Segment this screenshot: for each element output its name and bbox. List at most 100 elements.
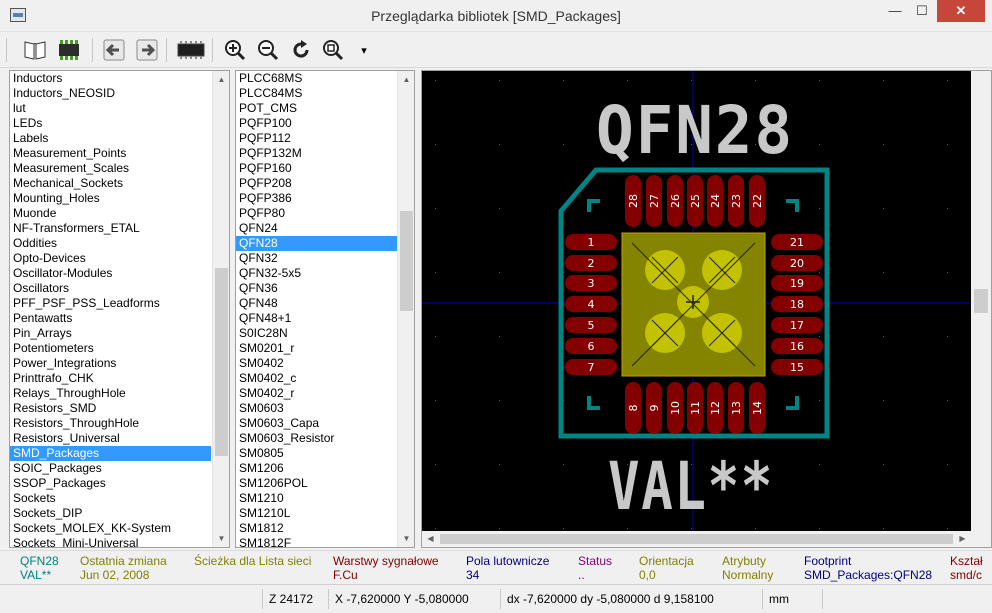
list-item[interactable]: SM0603_Capa — [236, 416, 397, 431]
list-item[interactable]: Sockets_MOLEX_KK-System — [10, 521, 211, 536]
list-item[interactable]: SSOP_Packages — [10, 476, 211, 491]
corner-mark-top-right — [786, 199, 799, 212]
list-item[interactable]: QFN32 — [236, 251, 397, 266]
list-item[interactable]: SM1206POL — [236, 476, 397, 491]
list-item[interactable]: POT_CMS — [236, 101, 397, 116]
list-item[interactable]: PQFP112 — [236, 131, 397, 146]
list-item[interactable]: Inductors — [10, 71, 211, 86]
list-item[interactable]: Resistors_SMD — [10, 401, 211, 416]
list-item[interactable]: Resistors_ThroughHole — [10, 416, 211, 431]
maximize-button[interactable]: ☐ — [908, 0, 936, 22]
scroll-down-arrow[interactable]: ▼ — [213, 530, 229, 547]
list-item[interactable]: QFN24 — [236, 221, 397, 236]
list-item[interactable]: Muonde — [10, 206, 211, 221]
list-item[interactable]: Inductors_NEOSID — [10, 86, 211, 101]
pad-number: 7 — [588, 361, 595, 374]
canvas-hscrollbar[interactable]: ◀ ▶ — [422, 531, 971, 547]
list-item[interactable]: Opto-Devices — [10, 251, 211, 266]
list-item[interactable]: SMD_Packages — [10, 446, 211, 461]
close-button[interactable]: ✕ — [937, 0, 985, 22]
footprint-list-scrollbar[interactable]: ▲ ▼ — [397, 71, 414, 547]
list-item[interactable]: Mechanical_Sockets — [10, 176, 211, 191]
scroll-up-arrow[interactable]: ▲ — [213, 71, 229, 88]
list-item[interactable]: SM1206 — [236, 461, 397, 476]
list-item[interactable]: LEDs — [10, 116, 211, 131]
footprint-canvas[interactable]: QFN28 1 2 3 4 5 6 7 15 16 17 18 19 20 21… — [422, 71, 971, 531]
zoom-out-icon[interactable] — [255, 37, 281, 63]
list-item[interactable]: PQFP80 — [236, 206, 397, 221]
list-item[interactable]: Sockets — [10, 491, 211, 506]
list-item[interactable]: PQFP160 — [236, 161, 397, 176]
list-item[interactable]: PQFP132M — [236, 146, 397, 161]
show-3d-icon[interactable] — [176, 37, 206, 63]
zoom-auto-icon[interactable] — [320, 37, 346, 63]
list-item[interactable]: Oddities — [10, 236, 211, 251]
list-item[interactable]: Oscillator-Modules — [10, 266, 211, 281]
list-item[interactable]: Oscillators — [10, 281, 211, 296]
list-item[interactable]: PQFP208 — [236, 176, 397, 191]
list-item[interactable]: Sockets_Mini-Universal — [10, 536, 211, 547]
list-item[interactable]: Measurement_Points — [10, 146, 211, 161]
list-item[interactable]: S0IC28N — [236, 326, 397, 341]
info-value: SMD_Packages:QFN28 — [804, 568, 933, 582]
list-item[interactable]: SM1210 — [236, 491, 397, 506]
component-icon[interactable] — [56, 37, 82, 63]
list-item[interactable]: NF-Transformers_ETAL — [10, 221, 211, 236]
footprint-list[interactable]: PLCC68MS PLCC84MS POT_CMS PQFP100 PQFP112 PQF… — [235, 70, 415, 548]
library-icon[interactable] — [22, 37, 48, 63]
list-item[interactable]: SM0402 — [236, 356, 397, 371]
toolbar-overflow-button[interactable]: ▾ — [356, 37, 372, 63]
list-item[interactable]: Printtrafo_CHK — [10, 371, 211, 386]
next-icon[interactable] — [134, 37, 160, 63]
library-list[interactable]: Inductors Inductors_NEOSID lut LEDs Labels Me… — [9, 70, 230, 548]
list-item[interactable]: SM0402_c — [236, 371, 397, 386]
list-item[interactable]: PFF_PSF_PSS_Leadforms — [10, 296, 211, 311]
grid-dot — [691, 80, 692, 81]
list-item[interactable]: Pentawatts — [10, 311, 211, 326]
list-item[interactable]: Sockets_DIP — [10, 506, 211, 521]
list-item[interactable]: SM1210L — [236, 506, 397, 521]
canvas-vscrollbar[interactable] — [971, 71, 991, 531]
pad: 8 — [625, 382, 641, 434]
list-item[interactable]: PQFP100 — [236, 116, 397, 131]
list-item[interactable]: Measurement_Scales — [10, 161, 211, 176]
list-item[interactable]: Labels — [10, 131, 211, 146]
list-item[interactable]: Relays_ThroughHole — [10, 386, 211, 401]
scroll-down-arrow[interactable]: ▼ — [398, 530, 414, 547]
list-item[interactable]: PQFP386 — [236, 191, 397, 206]
previous-icon[interactable] — [101, 37, 127, 63]
list-item[interactable]: Resistors_Universal — [10, 431, 211, 446]
scroll-thumb[interactable] — [974, 289, 988, 313]
list-item[interactable]: SM0805 — [236, 446, 397, 461]
list-item[interactable]: SM0603 — [236, 401, 397, 416]
library-list-scrollbar[interactable]: ▲ ▼ — [212, 71, 229, 547]
list-item[interactable]: Mounting_Holes — [10, 191, 211, 206]
list-item[interactable]: QFN32-5x5 — [236, 266, 397, 281]
list-item[interactable]: QFN36 — [236, 281, 397, 296]
list-item[interactable]: Power_Integrations — [10, 356, 211, 371]
list-item[interactable]: Potentiometers — [10, 341, 211, 356]
list-item[interactable]: SM0402_r — [236, 386, 397, 401]
list-item[interactable]: SM1812 — [236, 521, 397, 536]
list-item[interactable]: QFN28 — [236, 236, 397, 251]
list-item[interactable]: SM1812F — [236, 536, 397, 547]
list-item[interactable]: QFN48+1 — [236, 311, 397, 326]
list-item[interactable]: PLCC84MS — [236, 86, 397, 101]
scroll-thumb[interactable] — [440, 534, 953, 544]
list-item[interactable]: SM0201_r — [236, 341, 397, 356]
scroll-thumb[interactable] — [215, 268, 228, 456]
scroll-left-arrow[interactable]: ◀ — [422, 531, 439, 547]
scroll-right-arrow[interactable]: ▶ — [954, 531, 971, 547]
scroll-thumb[interactable] — [400, 211, 413, 311]
list-item[interactable]: Pin_Arrays — [10, 326, 211, 341]
list-item[interactable]: SM0603_Resistor — [236, 431, 397, 446]
scroll-up-arrow[interactable]: ▲ — [398, 71, 414, 88]
redraw-icon[interactable] — [288, 37, 314, 63]
list-item[interactable]: QFN48 — [236, 296, 397, 311]
info-last-change: Ostatnia zmiana Jun 02, 2008 — [80, 554, 167, 582]
zoom-in-icon[interactable] — [222, 37, 248, 63]
minimize-button[interactable]: — — [882, 0, 908, 22]
list-item[interactable]: PLCC68MS — [236, 71, 397, 86]
list-item[interactable]: SOIC_Packages — [10, 461, 211, 476]
list-item[interactable]: lut — [10, 101, 211, 116]
